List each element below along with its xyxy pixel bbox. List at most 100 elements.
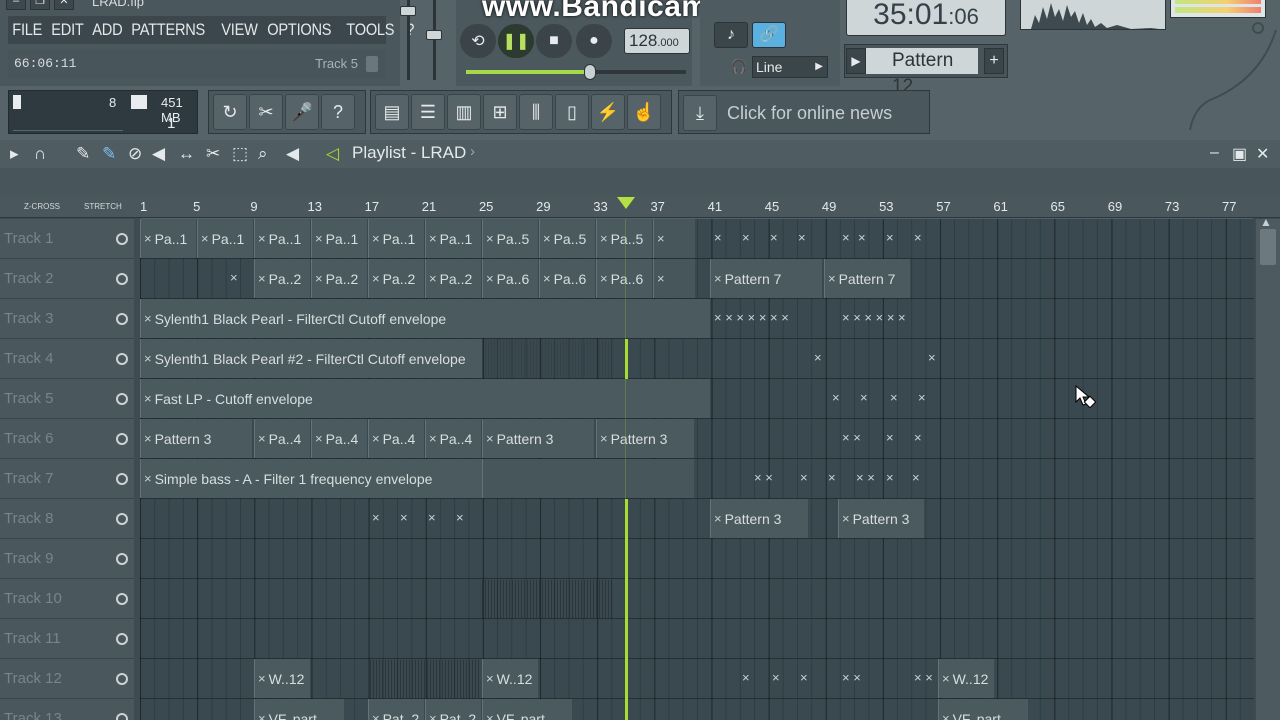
track-mute-toggle[interactable] <box>116 633 128 645</box>
stop-button[interactable]: ■ <box>536 24 572 58</box>
track-header[interactable]: Track 8 <box>0 499 134 539</box>
clip[interactable]: × VF..part <box>482 699 572 720</box>
clip[interactable]: × Pa..5 <box>482 219 538 258</box>
plugin-icon[interactable]: ⚡ <box>591 94 625 130</box>
track-mute-toggle[interactable] <box>116 313 128 325</box>
clip[interactable]: × Pa..4 <box>368 419 424 458</box>
clip[interactable]: × Pa..6 <box>539 259 595 298</box>
track-mute-toggle[interactable] <box>116 353 128 365</box>
clip[interactable]: × Pattern 3 <box>482 419 594 458</box>
news-panel[interactable]: ⤓ Click for online news <box>678 90 930 134</box>
microphone-icon[interactable]: 🎤 <box>285 94 319 130</box>
track-mute-toggle[interactable] <box>116 513 128 525</box>
master-pitch-slider[interactable] <box>424 0 444 82</box>
menu-edit[interactable]: EDIT <box>47 20 88 40</box>
pattern-name[interactable]: Pattern 12 <box>866 48 978 97</box>
clip[interactable] <box>482 459 694 498</box>
browser-icon[interactable]: ⊞ <box>483 94 517 130</box>
options-arrow-icon[interactable]: ▸ <box>10 144 19 164</box>
clip[interactable]: × Pa..4 <box>254 419 310 458</box>
clip[interactable]: × Pattern 3 <box>596 419 694 458</box>
clip[interactable]: × Pattern 7 <box>824 259 910 298</box>
playlist-grid[interactable]: × Pa..1 × Pa..1 × Pa..1 × Pa..1 × Pa..1 × Pa..… <box>140 219 1254 720</box>
mixer-icon[interactable]: ⫼ <box>519 94 553 130</box>
zoom-icon[interactable]: ⌕ <box>258 144 268 164</box>
link-icon[interactable]: 🔗 <box>752 22 786 48</box>
clip[interactable]: × W..12 <box>938 659 994 698</box>
track-header[interactable]: Track 7 <box>0 459 134 499</box>
track-mute-toggle[interactable] <box>116 673 128 685</box>
clip[interactable]: × Pa..1 <box>311 219 367 258</box>
menu-options[interactable]: OPTIONS <box>263 20 336 40</box>
channel-rack-icon[interactable]: ☰ <box>411 94 445 130</box>
clip[interactable]: × Pa..1 <box>197 219 253 258</box>
clip[interactable]: × Pa..1 <box>254 219 310 258</box>
track-header[interactable]: Track 5 <box>0 379 134 419</box>
clip[interactable]: × Pa..1 <box>368 219 424 258</box>
close-playlist-button[interactable]: ✕ <box>1256 144 1269 164</box>
menu-add[interactable]: ADD <box>88 20 127 40</box>
menu-tools[interactable]: TOOLS <box>342 20 399 40</box>
track-mute-toggle[interactable] <box>116 273 128 285</box>
track-header[interactable]: Track 9 <box>0 539 134 579</box>
restore-button[interactable]: ❐ <box>30 0 50 10</box>
clip[interactable]: × Sylenth1 Black Pearl #2 - FilterCtl Cut… <box>140 339 482 378</box>
maximize-playlist-button[interactable]: ▣ <box>1232 144 1247 164</box>
clip[interactable]: × Simple bass - A - Filter 1 frequency en… <box>140 459 482 498</box>
clip[interactable]: × Pattern 7 <box>710 259 822 298</box>
clip[interactable]: × <box>653 259 695 298</box>
track-header[interactable]: Track 6 <box>0 419 134 459</box>
track-header[interactable]: Track 10 <box>0 579 134 619</box>
news-text[interactable]: Click for online news <box>727 103 892 124</box>
clip[interactable]: × <box>653 219 695 258</box>
scrollbar-thumb[interactable] <box>1260 229 1276 265</box>
record-button[interactable]: ● <box>576 24 612 58</box>
download-icon[interactable]: ⤓ <box>683 95 717 131</box>
master-volume-slider[interactable] <box>398 0 418 82</box>
magnet-icon[interactable]: ∩ <box>34 144 46 164</box>
clip[interactable]: × W..12 <box>482 659 538 698</box>
add-pattern-button[interactable]: + <box>984 48 1004 74</box>
clip[interactable]: × VF..part <box>254 699 344 720</box>
paint-icon[interactable]: ✎ <box>102 144 116 164</box>
track-header[interactable]: Track 11 <box>0 619 134 659</box>
clip[interactable]: × Pa..5 <box>539 219 595 258</box>
clip[interactable]: × Pattern 3 <box>140 419 252 458</box>
track-mute-toggle[interactable] <box>116 433 128 445</box>
playlist-icon[interactable]: ▤ <box>375 94 409 130</box>
track-mute-toggle[interactable] <box>116 593 128 605</box>
clip[interactable]: × Pat..2 <box>368 699 424 720</box>
clip[interactable]: × Pa..1 <box>140 219 196 258</box>
vertical-scrollbar[interactable]: ▲ <box>1256 215 1280 720</box>
draw-icon[interactable]: ✎ <box>76 144 90 164</box>
scroll-up-icon[interactable]: ▲ <box>1260 215 1272 229</box>
track-mute-toggle[interactable] <box>116 553 128 565</box>
clip[interactable]: × Pa..2 <box>425 259 481 298</box>
track-header[interactable]: Track 3 <box>0 299 134 339</box>
clip[interactable]: × Pa..4 <box>311 419 367 458</box>
mute-icon[interactable]: ◀ <box>152 144 165 164</box>
menu-file[interactable]: FILE <box>8 20 46 40</box>
close-button[interactable]: ✕ <box>54 0 74 10</box>
tempo-display[interactable]: 128.000 <box>624 28 690 54</box>
clip[interactable]: × Pa..2 <box>254 259 310 298</box>
slice-icon[interactable]: ✂ <box>206 144 220 164</box>
track-mute-toggle[interactable] <box>116 233 128 245</box>
clip[interactable]: × Pa..2 <box>311 259 367 298</box>
touch-icon[interactable]: ☝ <box>627 94 661 130</box>
clip[interactable]: × Pa..6 <box>596 259 652 298</box>
pattern-song-toggle[interactable]: ⟲ <box>460 24 496 58</box>
menu-view[interactable]: VIEW <box>217 20 262 40</box>
chevron-right-icon[interactable]: › <box>470 143 475 160</box>
track-mute-toggle[interactable] <box>116 393 128 405</box>
pattern-prev-button[interactable]: ▶ <box>846 48 866 74</box>
minimize-playlist-button[interactable]: – <box>1210 144 1219 162</box>
track-header[interactable]: Track 4 <box>0 339 134 379</box>
clip[interactable]: × Pa..1 <box>425 219 481 258</box>
minimize-button[interactable]: – <box>6 0 26 10</box>
clip[interactable]: × VF..part <box>938 699 1028 720</box>
track-header[interactable]: Track 13 <box>0 699 134 720</box>
help-icon[interactable]: ? <box>321 94 355 130</box>
clip[interactable]: × W..12 <box>254 659 310 698</box>
playback-icon[interactable]: ◀ <box>286 144 299 164</box>
